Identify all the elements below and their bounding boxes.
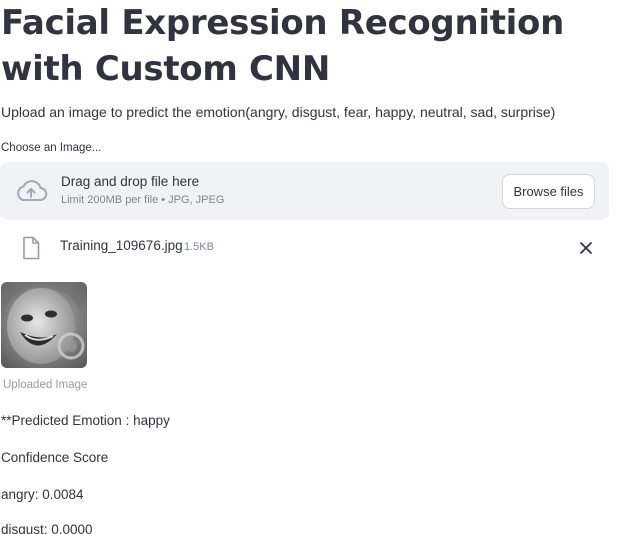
uploader-label: Choose an Image... (1, 142, 102, 154)
uploaded-file-row: Training_109676.jpg 1.5KB (0, 230, 609, 264)
app-page: Facial Expression Recognition with Custo… (0, 0, 634, 534)
dropzone-title: Drag and drop file here (61, 174, 200, 189)
score-angry: angry: 0.0084 (1, 487, 84, 502)
page-title: Facial Expression Recognition with Custo… (1, 3, 564, 89)
predicted-emotion: **Predicted Emotion : happy (1, 413, 170, 428)
face-photo (1, 282, 87, 368)
file-dropzone[interactable]: Drag and drop file here Limit 200MB per … (0, 162, 609, 220)
close-icon[interactable] (578, 240, 594, 256)
image-caption: Uploaded Image (3, 379, 88, 391)
browse-files-button[interactable]: Browse files (502, 174, 595, 209)
cloud-upload-icon (17, 180, 48, 201)
page-subtitle: Upload an image to predict the emotion(a… (1, 104, 556, 120)
dropzone-limit: Limit 200MB per file • JPG, JPEG (61, 194, 225, 206)
confidence-heading: Confidence Score (1, 450, 109, 465)
file-icon (23, 236, 40, 260)
score-disgust: disgust: 0.0000 (1, 522, 93, 534)
file-name: Training_109676.jpg (60, 238, 183, 253)
file-size: 1.5KB (184, 241, 214, 253)
uploaded-image (1, 282, 87, 368)
